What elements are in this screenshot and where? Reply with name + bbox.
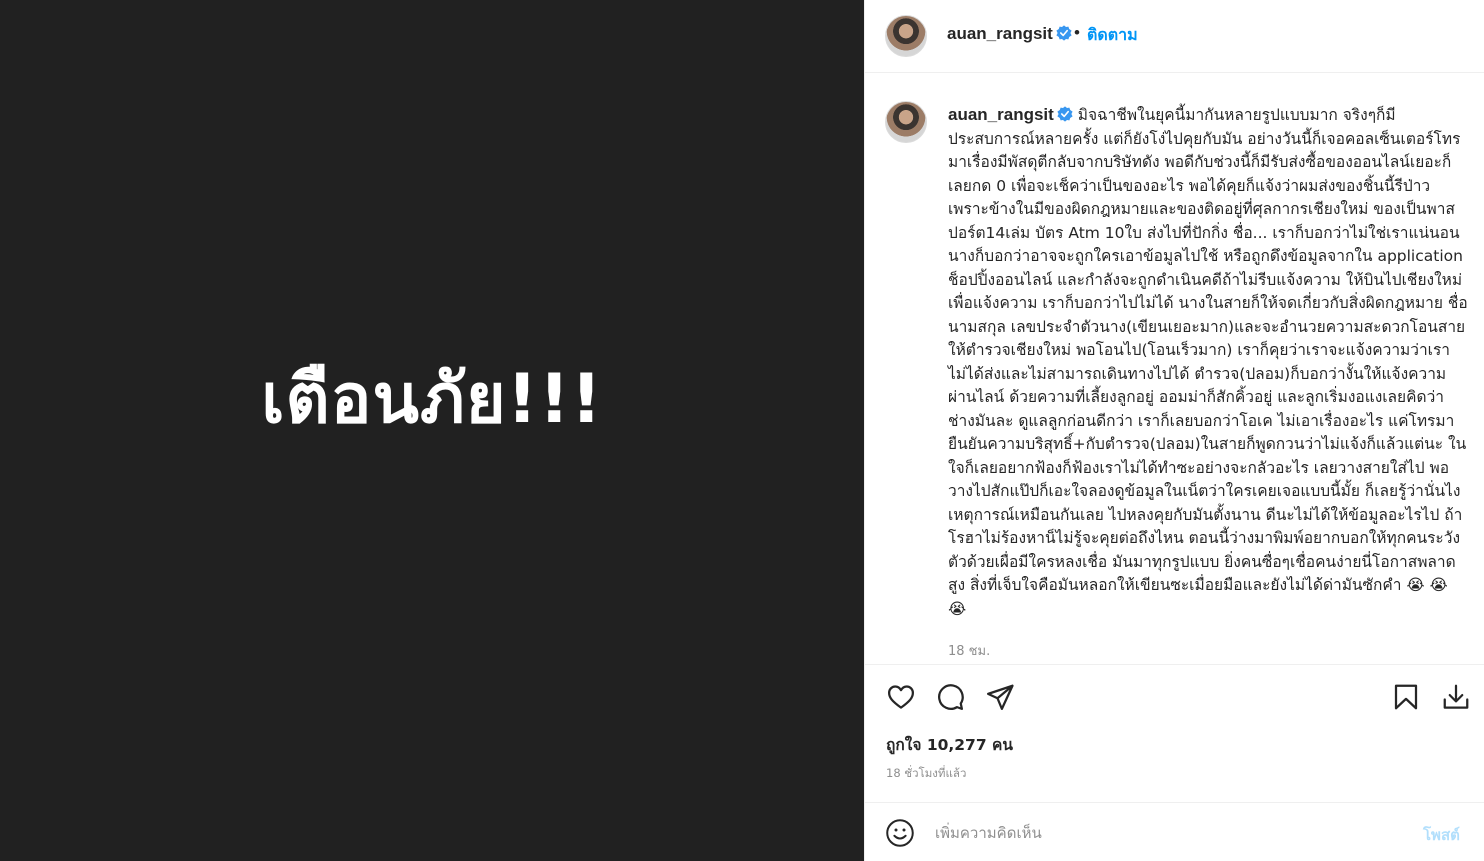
post-header: auan_rangsit • ติดตาม — [865, 0, 1484, 73]
caption-username[interactable]: auan_rangsit — [948, 105, 1054, 124]
separator-dot: • — [1074, 23, 1080, 42]
follow-button[interactable]: ติดตาม — [1087, 23, 1138, 48]
caption-timestamp[interactable]: 18 ชม. — [948, 640, 990, 661]
like-button[interactable] — [886, 682, 916, 712]
share-button[interactable] — [985, 682, 1015, 712]
post-sidebar: auan_rangsit • ติดตาม auan_rangsit มิจฉา… — [864, 0, 1484, 861]
smiley-icon — [886, 819, 914, 847]
caption-text: มิจฉาชีพในยุคนี้มากันหลายรูปแบบมาก จริงๆ… — [948, 106, 1468, 618]
heart-icon — [888, 685, 914, 709]
comment-button[interactable] — [935, 682, 965, 712]
bookmark-icon — [1394, 684, 1418, 710]
post-comment-button[interactable]: โพสต์ — [1423, 823, 1460, 847]
emoji-button[interactable] — [885, 818, 915, 848]
verified-badge-icon — [1056, 25, 1072, 41]
add-comment-bar: โพสต์ — [865, 802, 1484, 861]
comment-input[interactable] — [935, 817, 1395, 849]
download-button[interactable] — [1441, 682, 1471, 712]
comments-area[interactable]: auan_rangsit มิจฉาชีพในยุคนี้มากันหลายรู… — [865, 74, 1484, 664]
avatar[interactable] — [885, 15, 927, 57]
likes-count[interactable]: ถูกใจ 10,277 คน — [886, 732, 1013, 757]
post-image[interactable]: เตือนภัย!!! — [0, 0, 864, 861]
verified-badge-icon — [1057, 106, 1073, 122]
download-icon — [1443, 684, 1469, 709]
instagram-post: เตือนภัย!!! auan_rangsit • ติดตาม auan_r… — [0, 0, 1484, 861]
comment-bubble-icon — [938, 684, 964, 710]
username-text: auan_rangsit — [947, 24, 1053, 43]
username-link[interactable]: auan_rangsit — [947, 24, 1072, 44]
post-caption: auan_rangsit มิจฉาชีพในยุคนี้มากันหลายรู… — [948, 103, 1468, 621]
action-bar — [865, 664, 1484, 727]
paper-plane-icon — [987, 684, 1014, 710]
post-image-text: เตือนภัย!!! — [261, 360, 603, 439]
caption-avatar[interactable] — [885, 101, 927, 143]
post-timestamp[interactable]: 18 ชั่วโมงที่แล้ว — [886, 765, 966, 783]
save-button[interactable] — [1391, 682, 1421, 712]
